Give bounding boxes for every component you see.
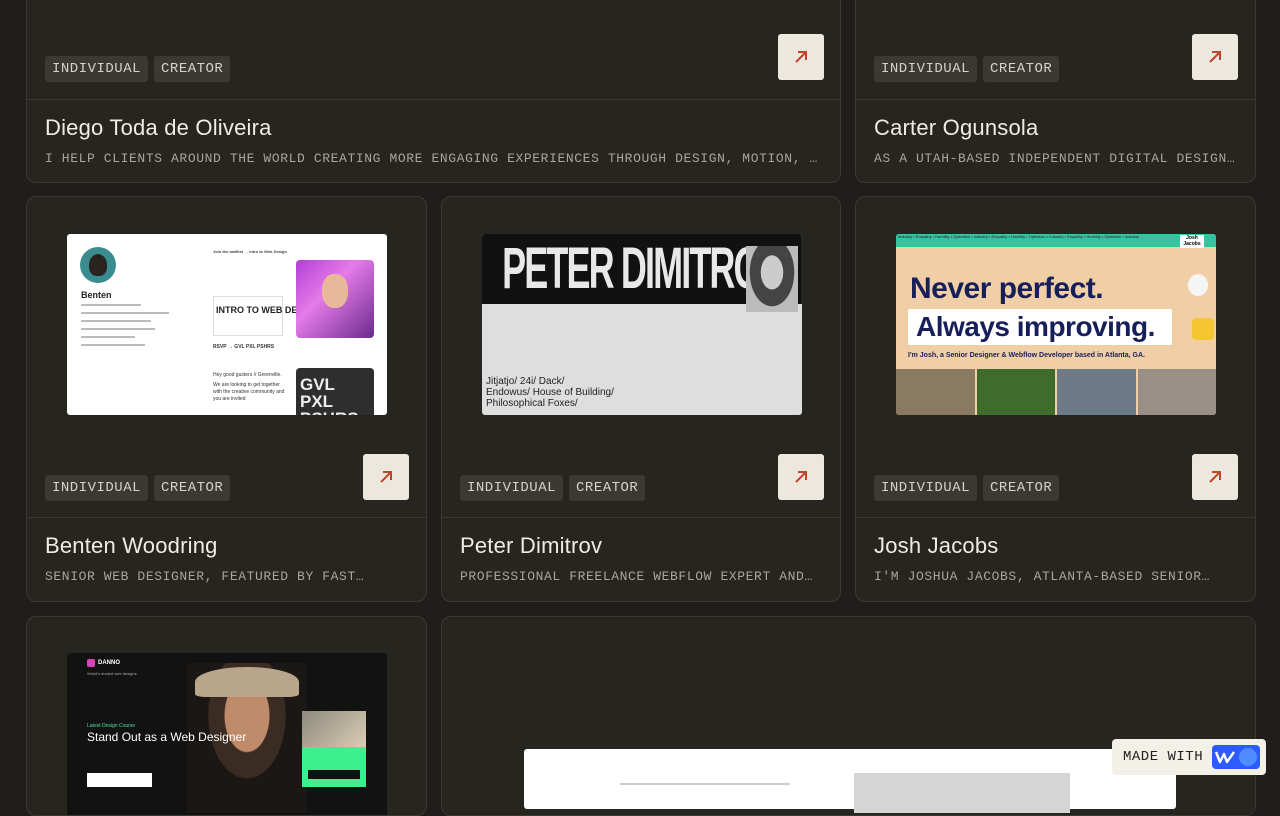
tag-individual[interactable]: INDIVIDUAL [460, 475, 564, 501]
arrow-up-right-icon [380, 471, 392, 483]
preview-header: Join the waitlist → Intro to Web Design [213, 249, 287, 254]
creator-card-josh[interactable]: Industry • Empathy • Humility • Optimism… [855, 196, 1256, 602]
open-site-button[interactable] [363, 454, 409, 500]
preview-green-button [308, 770, 360, 779]
text-line [81, 312, 169, 314]
brand-logo-icon [87, 659, 95, 667]
text-line [81, 328, 155, 330]
creator-card-featured[interactable] [441, 616, 1256, 816]
site-preview-josh[interactable]: Industry • Empathy • Humility • Optimism… [896, 234, 1216, 415]
made-with-label: MADE WITH [1123, 749, 1204, 765]
divider [442, 517, 840, 518]
preview-message: We are looking to get together with the … [213, 382, 285, 402]
preview-line1: Never perfect. [910, 272, 1104, 305]
tag-individual[interactable]: INDIVIDUAL [45, 475, 149, 501]
creator-name: Benten Woodring [45, 533, 218, 558]
preview-title: Stand Out as a Web Designer [87, 730, 247, 744]
creator-description: I help clients around the world creating… [45, 151, 822, 166]
creator-name: Diego Toda de Oliveira [45, 115, 272, 140]
preview-name: Benten [81, 290, 112, 300]
preview-photo [302, 711, 366, 747]
skull-sticker-icon [1188, 274, 1208, 296]
tag-list: INDIVIDUAL CREATOR [45, 475, 231, 501]
photo [976, 369, 1055, 415]
creator-name: Josh Jacobs [874, 533, 999, 558]
preview-photo-strip [896, 369, 1216, 415]
client-line: Jitjatjo/ 24i/ Dack/ [486, 376, 565, 387]
emoji-sticker-icon [1192, 318, 1214, 340]
creator-description: As a Utah-based independent digital desi… [874, 151, 1237, 166]
divider [27, 99, 840, 100]
creator-description: Professional freelance Webflow expert an… [460, 569, 813, 584]
preview-badge: Josh Jacobs [1180, 235, 1204, 248]
open-site-button[interactable] [778, 454, 824, 500]
tag-list: INDIVIDUAL CREATOR [460, 475, 646, 501]
divider [27, 517, 426, 518]
creator-description: Senior Web Designer, featured by Fast… [45, 569, 365, 584]
preview-tagline: World's leaded web designs [87, 671, 137, 676]
preview-ticker: Industry • Empathy • Humility • Optimism… [896, 234, 1216, 247]
preview-subtitle: I'm Josh, a Senior Designer & Webflow De… [908, 352, 1145, 359]
arrow-up-right-icon [1209, 471, 1221, 483]
tag-list: INDIVIDUAL CREATOR [874, 56, 1060, 82]
creator-description: I'm Joshua Jacobs, Atlanta-based senior… [874, 569, 1211, 584]
creator-card-peter[interactable]: PETER DIMITROV Jitjatjo/ 24i/ Dack/ Endo… [441, 196, 841, 602]
tag-list: INDIVIDUAL CREATOR [45, 56, 231, 82]
site-preview-danno[interactable]: DANNO World's leaded web designs Latest … [67, 653, 387, 815]
preview-box [213, 296, 283, 336]
creator-name: Carter Ogunsola [874, 115, 1039, 140]
tag-individual[interactable]: INDIVIDUAL [874, 475, 978, 501]
made-with-webflow-badge[interactable]: MADE WITH [1112, 739, 1266, 775]
preview-cap [195, 667, 299, 697]
creator-card-diego[interactable]: INDIVIDUAL CREATOR Diego Toda de Oliveir… [26, 0, 841, 183]
site-preview-peter[interactable]: PETER DIMITROV Jitjatjo/ 24i/ Dack/ Endo… [482, 234, 802, 415]
tag-creator[interactable]: CREATOR [983, 475, 1060, 501]
photo [1057, 369, 1136, 415]
open-site-button[interactable] [1192, 454, 1238, 500]
preview-portrait [746, 246, 798, 312]
arrow-up-right-icon [795, 471, 807, 483]
text-line [81, 344, 145, 346]
preview-brand: DANNO [98, 660, 120, 666]
site-preview-featured[interactable] [524, 749, 1176, 813]
tag-creator[interactable]: CREATOR [569, 475, 646, 501]
client-line: Philosophical Foxes/ [486, 398, 578, 409]
avatar [80, 247, 116, 283]
photo [1137, 369, 1216, 415]
text-line [81, 304, 141, 306]
tag-creator[interactable]: CREATOR [983, 56, 1060, 82]
preview-image [854, 773, 1070, 813]
preview-greet: Hey good gusters // Greenville. [213, 372, 282, 378]
open-site-button[interactable] [778, 34, 824, 80]
preview-rsvp: RSVP → GVL PXL PSHRS [213, 344, 275, 350]
photo [896, 369, 975, 415]
tag-creator[interactable]: CREATOR [154, 475, 231, 501]
creator-card-carter[interactable]: INDIVIDUAL CREATOR Carter Ogunsola As a … [855, 0, 1256, 183]
creator-card-danno[interactable]: DANNO World's leaded web designs Latest … [26, 616, 427, 816]
site-preview-benten[interactable]: Benten Join the waitlist → Intro to Web … [67, 234, 387, 415]
arrow-up-right-icon [795, 51, 807, 63]
preview-label: Latest Design Course [87, 723, 136, 729]
creator-card-benten[interactable]: Benten Join the waitlist → Intro to Web … [26, 196, 427, 602]
preview-gvl: GVL PXL PSHRS [296, 368, 374, 415]
tag-individual[interactable]: INDIVIDUAL [874, 56, 978, 82]
divider [856, 99, 1255, 100]
preview-client-list: Jitjatjo/ 24i/ Dack/ Endowus/ House of B… [486, 376, 614, 409]
webflow-logo-icon [1212, 745, 1261, 769]
tag-individual[interactable]: INDIVIDUAL [45, 56, 149, 82]
arrow-up-right-icon [1209, 51, 1221, 63]
preview-line2: Always improving. [916, 311, 1155, 342]
divider [856, 517, 1255, 518]
preview-photo [296, 260, 374, 338]
creator-name: Peter Dimitrov [460, 533, 603, 558]
preview-green-box [302, 747, 366, 787]
client-line: Endowus/ House of Building/ [486, 387, 614, 398]
open-site-button[interactable] [1192, 34, 1238, 80]
text-line [81, 336, 135, 338]
creator-grid: INDIVIDUAL CREATOR Diego Toda de Oliveir… [0, 0, 1280, 816]
tag-list: INDIVIDUAL CREATOR [874, 475, 1060, 501]
tag-creator[interactable]: CREATOR [154, 56, 231, 82]
text-line [81, 320, 151, 322]
